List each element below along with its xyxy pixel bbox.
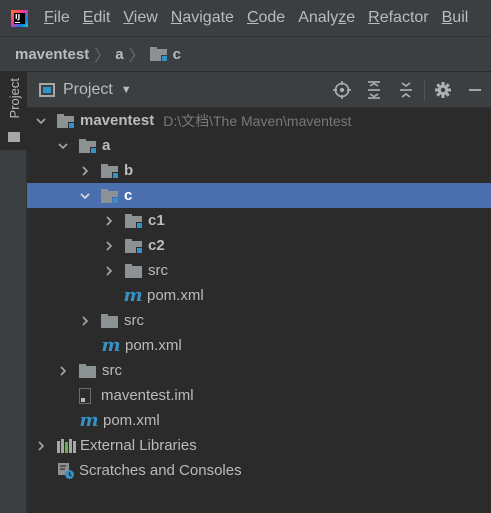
folder-icon: [8, 132, 20, 142]
tree-item-label: pom.xml: [125, 337, 182, 354]
tree-item-src[interactable]: src: [27, 358, 491, 383]
tree-item-label: src: [102, 362, 122, 379]
tree-item-label: b: [124, 162, 134, 179]
tree-item-external-libraries[interactable]: External Libraries: [27, 433, 491, 458]
toolbar-divider: [424, 80, 425, 100]
maven-icon: m: [101, 335, 121, 356]
project-tool-tab-label: Project: [7, 78, 22, 119]
module-folder-icon: [101, 163, 119, 179]
breadcrumb: maventest 〉 a 〉 c: [0, 36, 491, 72]
menu-build[interactable]: Buil: [442, 9, 469, 27]
chevron-right-icon[interactable]: [35, 440, 47, 452]
project-tree: maventest D:\文档\The Maven\maventest a b …: [27, 108, 491, 513]
project-view-icon: [39, 82, 55, 97]
chevron-right-icon[interactable]: [103, 215, 115, 227]
minimize-icon[interactable]: [459, 74, 491, 106]
tree-item-label: c1: [148, 212, 165, 229]
project-panel-header: Project ▼: [27, 72, 491, 108]
tree-item-label: src: [148, 262, 168, 279]
tree-item-label: Scratches and Consoles: [79, 462, 242, 479]
tree-item-label: src: [124, 312, 144, 329]
tree-item-a[interactable]: a: [27, 133, 491, 158]
tree-item-label: pom.xml: [147, 287, 204, 304]
menu-navigate[interactable]: Navigate: [171, 9, 234, 27]
gear-icon[interactable]: [427, 74, 459, 106]
chevron-down-icon[interactable]: ▼: [121, 84, 132, 96]
tree-item-src[interactable]: src: [27, 258, 491, 283]
chevron-right-icon[interactable]: [103, 240, 115, 252]
tree-item-pom-xml[interactable]: m pom.xml: [27, 408, 491, 433]
iml-file-icon: [79, 387, 91, 404]
left-tool-stripe: Project: [0, 72, 27, 513]
maven-icon: m: [79, 410, 99, 431]
folder-icon: [101, 313, 118, 328]
tree-item-label: External Libraries: [80, 437, 197, 454]
breadcrumb-separator-icon: 〉: [94, 48, 111, 65]
menu-edit[interactable]: Edit: [83, 9, 111, 27]
tree-item-path: D:\文档\The Maven\maventest: [163, 112, 352, 129]
tree-item-label: c2: [148, 237, 165, 254]
tree-item-src[interactable]: src: [27, 308, 491, 333]
breadcrumb-item-maventest[interactable]: maventest: [15, 46, 89, 63]
expand-all-icon[interactable]: [358, 74, 390, 106]
panel-toolbar: [326, 72, 491, 108]
tree-item-c1[interactable]: c1: [27, 208, 491, 233]
chevron-right-icon[interactable]: [103, 265, 115, 277]
tree-item-pom-xml[interactable]: m pom.xml: [27, 283, 491, 308]
chevron-right-icon[interactable]: [79, 165, 91, 177]
chevron-right-icon[interactable]: [57, 365, 69, 377]
module-folder-icon: [125, 238, 143, 254]
tree-item-c2[interactable]: c2: [27, 233, 491, 258]
module-folder-icon: [125, 213, 143, 229]
chevron-right-icon[interactable]: [79, 315, 91, 327]
tree-item-label: maventest: [80, 112, 155, 129]
project-view-selector[interactable]: Project: [63, 81, 113, 99]
tree-item-label: maventest.iml: [101, 387, 194, 404]
module-folder-icon: [149, 47, 168, 62]
library-icon: [57, 438, 77, 453]
tree-item-label: pom.xml: [103, 412, 160, 429]
menu-analyze[interactable]: Analyze: [298, 9, 355, 27]
tree-item-pom-xml[interactable]: m pom.xml: [27, 333, 491, 358]
maven-icon: m: [123, 285, 143, 306]
tree-item-c[interactable]: c: [27, 183, 491, 208]
chevron-down-icon[interactable]: [57, 140, 69, 152]
tree-item-b[interactable]: b: [27, 158, 491, 183]
project-tool-tab[interactable]: Project: [0, 72, 27, 150]
scratches-icon: [57, 462, 75, 480]
tree-item-maventest[interactable]: maventest D:\文档\The Maven\maventest: [27, 108, 491, 133]
intellij-logo-icon: IJ: [11, 9, 28, 27]
breadcrumb-item-a[interactable]: a: [115, 46, 123, 63]
module-folder-icon: [79, 138, 97, 154]
chevron-down-icon[interactable]: [35, 115, 47, 127]
tree-item-label: c: [124, 187, 133, 204]
breadcrumb-item-c[interactable]: c: [173, 46, 181, 63]
menu-code[interactable]: Code: [247, 9, 285, 27]
menu-file[interactable]: File: [44, 9, 70, 27]
tree-item-label: a: [102, 137, 111, 154]
folder-icon: [125, 263, 142, 278]
menu-bar: IJ File Edit View Navigate Code Analyze …: [0, 0, 491, 36]
module-folder-icon: [57, 113, 75, 129]
tree-item-iml[interactable]: maventest.iml: [27, 383, 491, 408]
menu-view[interactable]: View: [123, 9, 157, 27]
locate-icon[interactable]: [326, 74, 358, 106]
module-folder-icon: [101, 188, 119, 204]
collapse-all-icon[interactable]: [390, 74, 422, 106]
breadcrumb-separator-icon: 〉: [128, 48, 145, 65]
chevron-down-icon[interactable]: [79, 190, 91, 202]
tree-item-scratches[interactable]: Scratches and Consoles: [27, 458, 491, 483]
menu-refactor[interactable]: Refactor: [368, 9, 428, 27]
folder-icon: [79, 363, 96, 378]
